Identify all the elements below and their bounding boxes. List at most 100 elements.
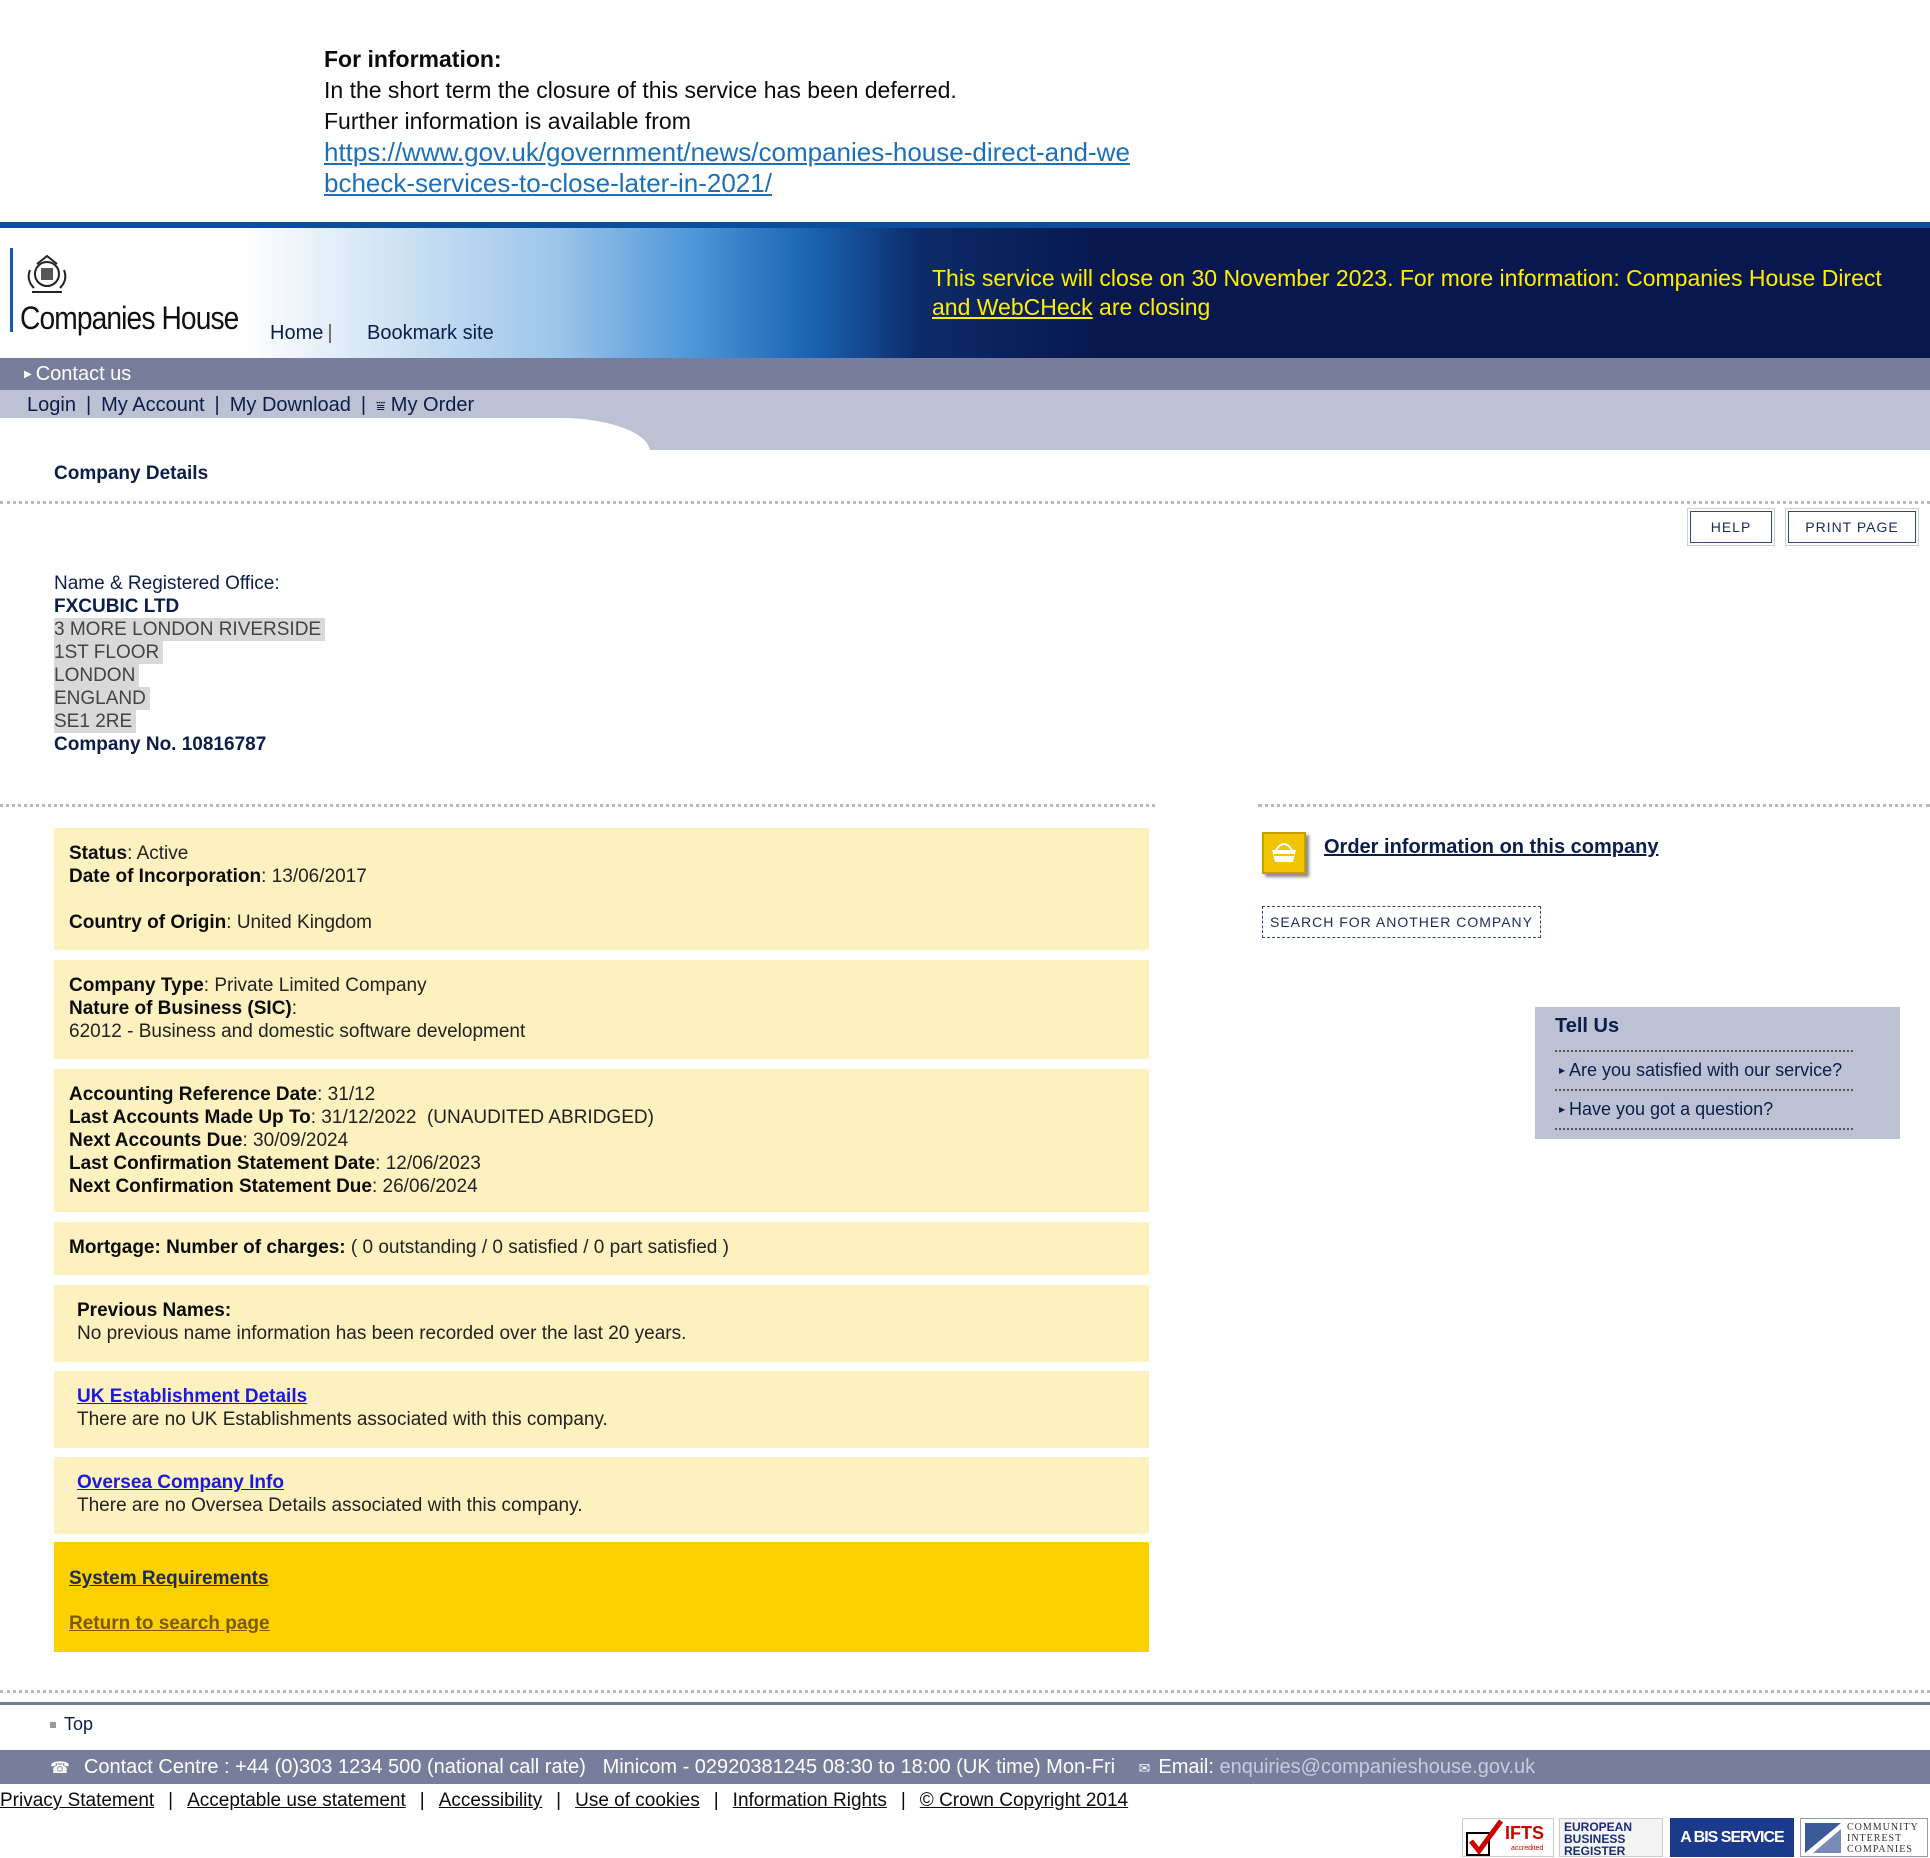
my-account-link[interactable]: My Account xyxy=(101,394,204,416)
phone-icon: ☎ xyxy=(50,1760,70,1777)
tell-us-title: Tell Us xyxy=(1555,1015,1620,1037)
contact-bar: ▶ Contact us xyxy=(0,358,1930,390)
last-accounts-label: Last Accounts Made Up To xyxy=(69,1107,311,1128)
footer-separator: | xyxy=(419,1790,425,1811)
tell-us-item[interactable]: ▶ Have you got a question? xyxy=(1555,1089,1853,1130)
acceptable-use-link[interactable]: Acceptable use statement xyxy=(187,1790,406,1811)
email-link[interactable]: enquiries@companieshouse.gov.uk xyxy=(1220,1756,1536,1778)
crown-copyright-link[interactable]: © Crown Copyright 2014 xyxy=(920,1790,1128,1811)
mortgage-value: ( 0 outstanding / 0 satisfied / 0 part s… xyxy=(345,1237,729,1258)
next-confirmation-label: Next Confirmation Statement Due xyxy=(69,1176,372,1197)
info-notice: For information: In the short term the c… xyxy=(324,44,1224,199)
company-type-panel: Company Type: Private Limited Company Na… xyxy=(54,960,1149,1059)
contact-centre-bar: ☎ Contact Centre : +44 (0)303 1234 500 (n… xyxy=(0,1750,1930,1784)
account-nav: Login | My Account | My Download | ⩸ My Order xyxy=(27,392,474,420)
oversea-panel: Oversea Company Info There are no Overse… xyxy=(54,1457,1149,1534)
uk-establishment-link[interactable]: UK Establishment Details xyxy=(77,1386,307,1407)
order-basket-icon[interactable] xyxy=(1262,832,1306,874)
page-title: Company Details xyxy=(54,463,209,484)
closing-link[interactable]: and WebCHeck xyxy=(932,294,1093,320)
privacy-statement-link[interactable]: Privacy Statement xyxy=(0,1790,154,1811)
arrow-right-icon: ▶ xyxy=(24,368,32,380)
contact-us-link[interactable]: Contact us xyxy=(36,363,132,385)
previous-names-label: Previous Names: xyxy=(77,1300,232,1321)
footer-links: Privacy Statement | Acceptable use stateme… xyxy=(0,1790,1128,1812)
uk-establishment-text: There are no UK Establishments associate… xyxy=(77,1409,608,1430)
company-type-value: : Private Limited Company xyxy=(203,975,427,996)
basket-icon xyxy=(1272,843,1296,862)
nav-bookmark[interactable]: Bookmark site xyxy=(367,322,494,345)
logo-text: Companies House xyxy=(20,300,239,336)
square-bullet-icon xyxy=(50,1722,56,1729)
next-accounts-value: : 30/09/2024 xyxy=(242,1130,349,1151)
last-confirmation-value: : 12/06/2023 xyxy=(375,1153,481,1174)
return-to-search-link[interactable]: Return to search page xyxy=(69,1594,1134,1654)
bar-curve xyxy=(0,418,650,452)
address-line: 3 MORE LONDON RIVERSIDE xyxy=(54,618,326,641)
company-name: FXCUBIC LTD xyxy=(54,596,180,617)
login-link[interactable]: Login xyxy=(27,394,76,416)
arrow-right-icon: ▶ xyxy=(1559,1105,1566,1114)
ebr-line: REGISTER xyxy=(1564,1844,1626,1858)
my-download-link[interactable]: My Download xyxy=(230,394,351,416)
office-label: Name & Registered Office: xyxy=(54,573,280,594)
last-accounts-value: : 31/12/2022 (UNAUDITED ABRIDGED) xyxy=(310,1107,654,1128)
uk-establishment-panel: UK Establishment Details There are no UK… xyxy=(54,1371,1149,1448)
mail-icon: ✉ xyxy=(1138,1760,1151,1776)
arrow-right-icon: ▶ xyxy=(1559,1066,1566,1075)
previous-names-panel: Previous Names: No previous name informa… xyxy=(54,1285,1149,1362)
next-confirmation-value: : 26/06/2024 xyxy=(371,1176,478,1197)
top-label: Top xyxy=(64,1714,94,1734)
top-link[interactable]: Top xyxy=(50,1714,93,1735)
system-requirements-link[interactable]: System Requirements xyxy=(69,1564,1134,1594)
bis-badge[interactable]: A BIS SERVICE xyxy=(1670,1818,1794,1857)
mortgage-label: Mortgage: Number of charges: xyxy=(69,1237,346,1258)
registered-office: Name & Registered Office: FXCUBIC LTD 3 … xyxy=(54,572,326,756)
order-info-link[interactable]: Order information on this company xyxy=(1324,836,1658,859)
address-line: SE1 2RE xyxy=(54,710,137,733)
search-another-company-button[interactable]: SEARCH FOR ANOTHER COMPANY xyxy=(1262,906,1541,938)
divider xyxy=(1258,804,1930,807)
closing-tail: are closing xyxy=(1092,294,1211,320)
cic-line: COMMUNITY xyxy=(1847,1822,1919,1833)
ifts-badge[interactable]: IFTS accredited xyxy=(1462,1818,1554,1857)
help-button[interactable]: HELP xyxy=(1687,508,1775,546)
previous-names-value: No previous name information has been re… xyxy=(77,1323,687,1344)
cookies-link[interactable]: Use of cookies xyxy=(575,1790,700,1811)
royal-crest-icon xyxy=(27,254,67,293)
checkmark-icon xyxy=(1466,1819,1504,1856)
footer-rule xyxy=(0,1702,1930,1705)
closing-text: This service will close on 30 November 2… xyxy=(932,265,1882,291)
info-link[interactable]: https://www.gov.uk/government/news/compa… xyxy=(324,137,1144,199)
country-value: : United Kingdom xyxy=(226,912,373,933)
accessibility-link[interactable]: Accessibility xyxy=(439,1790,542,1811)
ifts-label: IFTS xyxy=(1505,1823,1544,1843)
closing-notice: This service will close on 30 November 2… xyxy=(932,264,1930,322)
divider xyxy=(0,501,1930,504)
company-number: Company No. 10816787 xyxy=(54,734,267,755)
contact-centre-text: Contact Centre : +44 (0)303 1234 500 (na… xyxy=(83,1756,1116,1778)
tell-us-item[interactable]: ▶ Are you satisfied with our service? xyxy=(1555,1050,1853,1089)
info-line-1: In the short term the closure of this se… xyxy=(324,77,957,103)
address-line: LONDON xyxy=(54,664,140,687)
last-confirmation-label: Last Confirmation Statement Date xyxy=(69,1153,376,1174)
status-value: : Active xyxy=(127,843,189,864)
sic-colon: : xyxy=(291,998,298,1019)
cic-badge[interactable]: COMMUNITY INTEREST COMPANIES xyxy=(1800,1818,1928,1857)
print-page-button[interactable]: PRINT PAGE xyxy=(1785,508,1919,546)
information-rights-link[interactable]: Information Rights xyxy=(733,1790,887,1811)
incorporation-value: : 13/06/2017 xyxy=(261,866,367,887)
tell-us-panel: Tell Us ▶ Are you satisfied with our serv… xyxy=(1535,1007,1900,1139)
footer-separator: | xyxy=(713,1790,719,1811)
tell-us-item-label: Have you got a question? xyxy=(1569,1099,1774,1119)
my-order-link[interactable]: My Order xyxy=(391,394,474,416)
divider xyxy=(0,1690,1930,1693)
accounts-panel: Accounting Reference Date: 31/12 Last Ac… xyxy=(54,1069,1149,1212)
nav-separator: | xyxy=(85,394,92,416)
nav-home[interactable]: Home | xyxy=(270,322,333,345)
cic-logo-icon xyxy=(1805,1823,1841,1853)
ebr-badge[interactable]: EUROPEAN BUSINESS REGISTER xyxy=(1559,1818,1663,1857)
basket-icon: ⩸ xyxy=(376,398,386,415)
oversea-company-link[interactable]: Oversea Company Info xyxy=(77,1472,284,1493)
cic-line: COMPANIES xyxy=(1847,1844,1913,1855)
